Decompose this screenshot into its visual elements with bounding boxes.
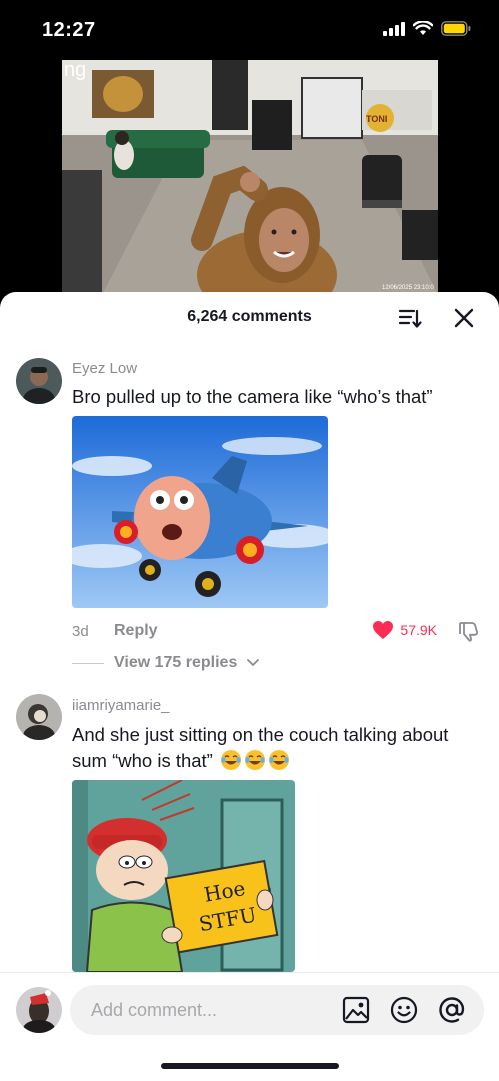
wifi-icon bbox=[413, 21, 433, 35]
avatar-image bbox=[16, 358, 62, 404]
view-replies-button[interactable]: View 175 replies bbox=[72, 654, 260, 672]
cartoon-sign-meme-image: Hoe STFU bbox=[72, 780, 295, 972]
like-count: 57.9K bbox=[400, 622, 437, 638]
comment-date: 3d bbox=[72, 623, 89, 640]
joy-emoji-icon bbox=[245, 750, 265, 770]
video-frame: TONI ng 12/06/2025 23:10:0 bbox=[62, 60, 438, 295]
replies-divider bbox=[72, 662, 104, 664]
comment-input[interactable] bbox=[70, 985, 484, 1035]
comment-text: And she just sitting on the couch talkin… bbox=[72, 722, 479, 774]
video-player[interactable]: TONI ng 12/06/2025 23:10:0 bbox=[62, 60, 438, 295]
current-user-avatar-image bbox=[16, 987, 62, 1033]
close-icon[interactable] bbox=[451, 305, 477, 331]
comment-meta: 3d Reply 57.9K bbox=[72, 620, 479, 644]
joy-emoji-icon bbox=[269, 750, 289, 770]
sign-toni: TONI bbox=[366, 114, 387, 124]
comment-username[interactable]: Eyez Low bbox=[72, 360, 137, 377]
video-overlay-text: ng bbox=[64, 60, 86, 81]
heart-icon bbox=[373, 621, 394, 639]
comment-count: 6,264 comments bbox=[187, 308, 312, 325]
reply-button[interactable]: Reply bbox=[114, 622, 158, 640]
image-icon[interactable] bbox=[342, 996, 370, 1024]
status-icons bbox=[383, 21, 471, 36]
comments-sheet: 6,264 comments Eyez Low Bro pulled up to… bbox=[0, 292, 499, 1080]
status-bar: 12:27 bbox=[0, 0, 499, 60]
avatar[interactable] bbox=[16, 358, 62, 404]
like-button[interactable]: 57.9K bbox=[372, 620, 437, 640]
sort-icon[interactable] bbox=[397, 305, 423, 331]
joy-emoji-icon bbox=[221, 750, 241, 770]
comment-media[interactable]: Hoe STFU bbox=[72, 780, 295, 972]
chevron-down-icon bbox=[247, 659, 260, 666]
comment-text: Bro pulled up to the camera like “who’s … bbox=[72, 386, 433, 407]
current-user-avatar[interactable] bbox=[16, 987, 62, 1033]
view-replies-label: View 175 replies bbox=[114, 654, 238, 671]
signal-icon bbox=[383, 21, 405, 36]
mention-icon[interactable] bbox=[438, 996, 466, 1024]
avatar-image bbox=[16, 694, 62, 740]
video-timestamp: 12/06/2025 23:10:0 bbox=[382, 285, 434, 291]
comment-media[interactable] bbox=[72, 416, 328, 608]
avatar[interactable] bbox=[16, 694, 62, 740]
status-time: 12:27 bbox=[42, 19, 96, 41]
dislike-icon[interactable] bbox=[457, 620, 479, 642]
battery-icon bbox=[441, 21, 471, 36]
emoji-icon[interactable] bbox=[390, 996, 418, 1024]
comment-username[interactable]: iiamriyamarie_ bbox=[72, 697, 170, 714]
home-indicator bbox=[161, 1063, 339, 1069]
comments-header: 6,264 comments bbox=[0, 292, 499, 342]
jet-plane-meme-image bbox=[72, 416, 328, 608]
